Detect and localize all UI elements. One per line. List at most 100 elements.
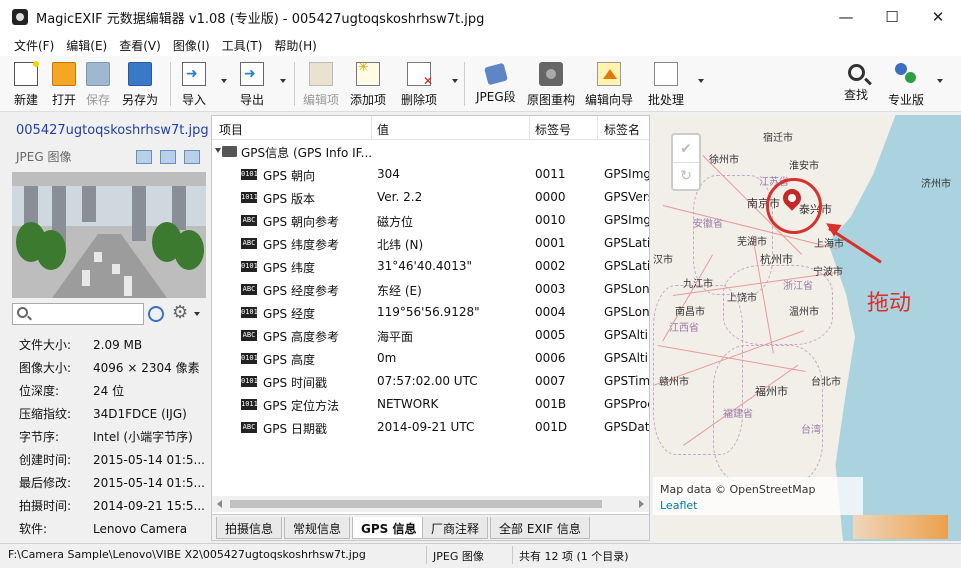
add-item-button[interactable]: 添加项 <box>350 60 386 108</box>
new-button[interactable]: 新建 <box>14 59 41 108</box>
delete-item-button[interactable]: 删除项 <box>401 60 437 108</box>
horizontal-scrollbar[interactable] <box>212 496 649 512</box>
menu-help[interactable]: 帮助(H) <box>268 37 322 54</box>
metadata-search-input[interactable] <box>33 306 141 322</box>
table-row[interactable]: 0101 GPS 时间戳 07:57:02.00 UTC 0007 GPSTim <box>212 370 649 393</box>
menu-view[interactable]: 查看(V) <box>113 37 167 54</box>
delete-dropdown-icon[interactable] <box>452 79 458 83</box>
table-row[interactable]: 1011 GPS 版本 Ver. 2.2 0000 GPSVers <box>212 186 650 209</box>
field-tag-name: GPSDat <box>604 420 650 434</box>
field-tag-id: 0011 <box>535 167 566 181</box>
camera-icon <box>539 62 563 86</box>
column-header-value[interactable]: 值 <box>377 121 389 138</box>
new-label: 新建 <box>14 93 39 107</box>
tab-all-exif[interactable]: 全部 EXIF 信息 <box>490 517 590 539</box>
wizard-button[interactable]: 编辑向导 <box>585 60 633 108</box>
city-label: 徐州市 <box>709 155 739 166</box>
info-tabs: 拍摄信息 常规信息 GPS 信息 厂商注释 全部 EXIF 信息 <box>212 514 649 540</box>
table-row[interactable]: ABC GPS 经度参考 东经 (E) 0003 GPSLon <box>212 278 649 301</box>
field-type-icon: ABC <box>241 284 257 295</box>
table-row[interactable]: ABC GPS 高度参考 海平面 0005 GPSAlti <box>212 324 649 347</box>
collapse-arrow-icon[interactable] <box>215 148 221 153</box>
reset-location-icon[interactable]: ↻ <box>673 162 699 189</box>
tab-shooting-info[interactable]: 拍摄信息 <box>216 517 283 539</box>
edit-item-label: 编辑项 <box>303 93 340 107</box>
batch-button[interactable]: 批处理 <box>648 60 684 108</box>
pro-dropdown-icon[interactable] <box>937 79 943 83</box>
gps-map[interactable]: 徐州市 南京市 宿迁市 淮安市 芜湖市 杭州市 九江市 南昌市 上饶市 温州市 … <box>653 115 961 541</box>
folder-icon <box>222 146 237 157</box>
column-header-item[interactable]: 项目 <box>219 121 243 138</box>
field-tag-name: GPSProc <box>604 397 650 411</box>
field-tag-name: GPSLati <box>604 259 650 273</box>
field-name: GPS 定位方法 <box>263 399 339 413</box>
field-name: GPS 日期戳 <box>263 422 327 436</box>
add-item-label: 添加项 <box>350 93 387 107</box>
table-row[interactable]: 1011 GPS 定位方法 NETWORK 001B GPSProc <box>212 393 650 416</box>
gear-dropdown-icon[interactable] <box>194 312 200 316</box>
export-dropdown-icon[interactable] <box>280 79 286 83</box>
batch-dropdown-icon[interactable] <box>698 79 704 83</box>
field-tag-name: GPSLon <box>604 305 650 319</box>
column-header-tag-id[interactable]: 标签号 <box>535 121 571 138</box>
info-key: 创建时间: <box>19 453 72 467</box>
city-label: 汉市 <box>653 255 673 266</box>
field-tag-name: GPSVers <box>604 190 650 204</box>
tab-gps-info[interactable]: GPS 信息 <box>352 517 426 539</box>
image-detail-icon[interactable] <box>184 150 200 164</box>
leaflet-link[interactable]: Leaflet <box>660 499 697 512</box>
jpeg-segment-label: JPEG段 <box>476 90 516 104</box>
find-icon[interactable] <box>148 306 164 322</box>
save-button[interactable]: 保存 <box>86 60 110 108</box>
column-header-tag-name[interactable]: 标签名 <box>604 121 640 138</box>
import-icon <box>182 62 206 86</box>
save-as-button[interactable]: 另存为 <box>122 60 158 108</box>
export-button[interactable]: 导出 <box>240 60 264 108</box>
table-row[interactable]: 0101 GPS 纬度 31°46'40.4013" 0002 GPSLati <box>212 255 650 278</box>
edit-item-button[interactable]: 编辑项 <box>303 60 339 108</box>
jpeg-segment-button[interactable]: JPEG段 <box>476 60 516 108</box>
table-row[interactable]: 0101 GPS 经度 119°56'56.9128" 0004 GPSLon <box>212 301 650 324</box>
image-view-icon[interactable] <box>136 150 152 164</box>
scrollbar-thumb[interactable] <box>230 500 602 508</box>
rebuild-label: 原图重构 <box>527 93 576 107</box>
field-value: 磁方位 <box>377 215 414 229</box>
export-icon <box>240 62 264 86</box>
gear-icon[interactable]: ⚙ <box>172 303 188 323</box>
tab-maker-notes[interactable]: 厂商注释 <box>422 517 489 539</box>
image-preview-icon[interactable] <box>160 150 176 164</box>
open-folder-icon <box>52 62 76 86</box>
import-dropdown-icon[interactable] <box>221 79 227 83</box>
minimize-button[interactable]: — <box>823 0 869 34</box>
toolbar: 新建 打开 保存 另存为 导入 导出 编辑项 添加项 删除项 JPEG段 <box>0 56 961 112</box>
province-label: 福建省 <box>723 409 753 420</box>
table-row[interactable]: 0101 GPS 朝向 304 0011 GPSImg <box>212 163 649 186</box>
field-type-icon: 0101 <box>241 169 258 180</box>
tab-general-info[interactable]: 常规信息 <box>284 517 351 539</box>
rebuild-button[interactable]: 原图重构 <box>527 60 575 108</box>
menu-tools[interactable]: 工具(T) <box>216 37 269 54</box>
province-label: 安徽省 <box>693 219 723 230</box>
table-row[interactable]: ABC GPS 日期戳 2014-09-21 UTC 001D GPSDat <box>212 416 650 439</box>
scroll-left-icon[interactable] <box>217 500 222 508</box>
open-button[interactable]: 打开 <box>52 60 76 108</box>
table-row[interactable]: ABC GPS 纬度参考 北纬 (N) 0001 GPSLati <box>212 232 649 255</box>
close-button[interactable]: ✕ <box>915 0 961 34</box>
menu-file[interactable]: 文件(F) <box>8 37 60 54</box>
table-group-row[interactable]: GPS信息 (GPS Info IF... <box>212 140 649 163</box>
search-button[interactable]: 查找 <box>844 60 868 108</box>
scroll-right-icon[interactable] <box>639 500 644 508</box>
field-name: GPS 经度参考 <box>263 284 339 298</box>
field-value: 东经 (E) <box>377 284 422 298</box>
menu-image[interactable]: 图像(I) <box>167 37 216 54</box>
confirm-location-icon[interactable]: ✔ <box>673 135 699 162</box>
menu-edit[interactable]: 编辑(E) <box>60 37 113 54</box>
table-row[interactable]: 0101 GPS 高度 0m 0006 GPSAlti <box>212 347 649 370</box>
maximize-button[interactable]: ☐ <box>869 0 915 34</box>
batch-document-icon <box>654 62 678 86</box>
wizard-label: 编辑向导 <box>585 93 634 107</box>
pro-button[interactable]: 专业版 <box>888 60 924 108</box>
province-label: 江西省 <box>669 323 699 334</box>
import-button[interactable]: 导入 <box>182 60 206 108</box>
table-row[interactable]: ABC GPS 朝向参考 磁方位 0010 GPSImg <box>212 209 649 232</box>
